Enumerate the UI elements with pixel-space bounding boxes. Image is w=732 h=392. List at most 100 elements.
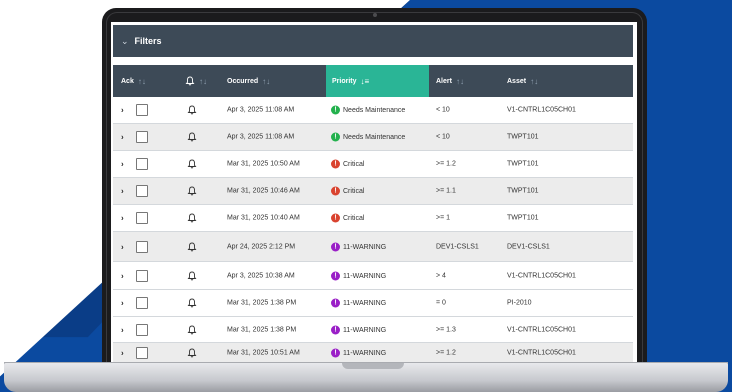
table-row[interactable]: › Mar 31, 2025 10:51 AM! 11-WARNING >= 1.2 V…: [113, 343, 633, 362]
bell-icon[interactable]: [187, 271, 197, 281]
bell-icon[interactable]: [187, 105, 197, 115]
priority-alert-icon: !: [331, 298, 340, 308]
expand-row-icon[interactable]: ›: [121, 187, 124, 196]
occurred-cell: Mar 31, 2025 10:50 AM: [227, 160, 300, 168]
ack-checkbox[interactable]: [136, 240, 148, 253]
sort-icon: ↑↓: [530, 76, 539, 86]
alert-cell: > 4: [436, 272, 446, 279]
expand-row-icon[interactable]: ›: [121, 325, 124, 334]
bell-icon[interactable]: [187, 213, 197, 223]
asset-cell: DEV1-CSLS1: [507, 243, 550, 250]
laptop-base: [4, 363, 728, 392]
priority-alert-icon: !: [331, 325, 340, 334]
column-header-occurred[interactable]: Occurred ↑↓: [227, 65, 327, 97]
column-header-alert[interactable]: Alert ↑↓: [436, 65, 506, 97]
alert-cell: < 10: [436, 133, 450, 141]
priority-alert-icon: !: [331, 186, 340, 196]
priority-label: Needs Maintenance: [343, 106, 406, 114]
priority-cell: ! 11-WARNING: [331, 298, 387, 308]
alert-cell: < 10: [436, 106, 450, 114]
occurred-cell: Mar 31, 2025 10:51 AM: [227, 349, 300, 356]
asset-cell: TWPT101: [507, 187, 539, 195]
ack-header-label: Ack: [121, 77, 134, 85]
alert-cell: DEV1-CSLS1: [436, 243, 479, 250]
table-header: Ack ↑↓ ↑↓ Occurred ↑↓ Priority ↓≡ Alert …: [113, 65, 633, 97]
priority-label: 11-WARNING: [343, 349, 387, 357]
expand-row-icon[interactable]: ›: [121, 299, 124, 308]
asset-cell: TWPT101: [507, 214, 539, 222]
sort-icon: ↑↓: [199, 76, 207, 86]
ack-checkbox[interactable]: [136, 323, 148, 336]
priority-alert-icon: !: [331, 271, 340, 280]
trackpad-notch: [342, 363, 404, 369]
table-row[interactable]: › Mar 31, 2025 10:46 AM! Critical >= 1.1 TWP…: [113, 178, 633, 205]
column-header-priority[interactable]: Priority ↓≡: [326, 65, 429, 97]
table-row[interactable]: › Mar 31, 2025 10:40 AM! Critical >= 1 TWPT1…: [113, 205, 633, 232]
priority-header-label: Priority: [332, 77, 357, 85]
occurred-cell: Apr 3, 2025 11:08 AM: [227, 106, 295, 114]
alert-cell: >= 1: [436, 214, 451, 222]
priority-label: Critical: [343, 214, 365, 222]
laptop-screen: ⌄ Filters Ack ↑↓ ↑↓ Occurred ↑↓ Priority…: [111, 22, 637, 362]
priority-cell: ! Needs Maintenance: [331, 132, 405, 142]
ack-checkbox[interactable]: [136, 346, 148, 359]
priority-cell: ! Needs Maintenance: [331, 105, 406, 115]
chevron-down-icon: ⌄: [121, 35, 129, 46]
priority-alert-icon: !: [331, 242, 340, 251]
priority-label: Critical: [343, 187, 365, 195]
bell-icon[interactable]: [187, 325, 197, 335]
bell-icon[interactable]: [187, 298, 197, 308]
alert-cell: >= 1.2: [436, 349, 456, 356]
asset-cell: TWPT101: [507, 133, 539, 141]
sort-icon: ↑↓: [262, 76, 271, 86]
bell-icon[interactable]: [187, 186, 197, 196]
priority-cell: ! Critical: [331, 186, 365, 196]
occurred-cell: Apr 24, 2025 2:12 PM: [227, 243, 296, 250]
ack-checkbox[interactable]: [136, 212, 148, 224]
expand-row-icon[interactable]: ›: [121, 133, 124, 142]
priority-label: 11-WARNING: [343, 272, 387, 280]
table-row[interactable]: › Mar 31, 2025 1:38 PM! 11-WARNING >= 1.3 V1…: [113, 317, 633, 343]
ack-checkbox[interactable]: [136, 185, 148, 197]
table-row[interactable]: › Apr 24, 2025 2:12 PM! 11-WARNING DEV1-CSL…: [113, 232, 633, 262]
occurred-cell: Mar 31, 2025 10:40 AM: [227, 214, 300, 222]
bell-icon: [185, 76, 195, 86]
table-row[interactable]: › Mar 31, 2025 10:50 AM! Critical >= 1.2 TWP…: [113, 151, 633, 178]
ack-checkbox[interactable]: [136, 131, 148, 143]
occurred-cell: Apr 3, 2025 11:08 AM: [227, 133, 295, 141]
ack-checkbox[interactable]: [136, 104, 148, 116]
ack-checkbox[interactable]: [136, 269, 148, 282]
table-row[interactable]: › Apr 3, 2025 11:08 AM ! Needs Maintenance <…: [113, 124, 633, 151]
table-row[interactable]: › Mar 31, 2025 1:38 PM! 11-WARNING = 0 PI-20…: [113, 290, 633, 317]
bell-icon[interactable]: [187, 159, 197, 169]
expand-row-icon[interactable]: ›: [121, 160, 124, 169]
ack-checkbox[interactable]: [136, 158, 148, 170]
column-header-asset[interactable]: Asset ↑↓: [507, 65, 617, 97]
bell-icon[interactable]: [187, 348, 197, 358]
expand-row-icon[interactable]: ›: [121, 271, 124, 280]
column-header-bell[interactable]: ↑↓: [185, 65, 215, 97]
priority-label: 11-WARNING: [343, 243, 387, 251]
ack-checkbox[interactable]: [136, 297, 148, 309]
priority-cell: ! 11-WARNING: [331, 271, 386, 280]
expand-row-icon[interactable]: ›: [121, 348, 124, 357]
priority-cell: ! 11-WARNING: [331, 348, 386, 357]
bell-icon[interactable]: [187, 132, 197, 142]
expand-row-icon[interactable]: ›: [121, 242, 124, 251]
expand-row-icon[interactable]: ›: [121, 214, 124, 223]
table-row[interactable]: › Apr 3, 2025 11:08 AM ! Needs Maintenance <…: [113, 97, 633, 124]
priority-label: 11-WARNING: [343, 299, 387, 307]
occurred-cell: Mar 31, 2025 1:38 PM: [227, 299, 297, 307]
expand-row-icon[interactable]: ›: [121, 106, 124, 115]
priority-cell: ! 11-WARNING: [331, 242, 386, 251]
table-row[interactable]: › Apr 3, 2025 10:38 AM! 11-WARNING > 4 V1-CN…: [113, 262, 633, 290]
filters-bar[interactable]: ⌄ Filters: [113, 25, 633, 57]
column-header-ack[interactable]: Ack ↑↓: [121, 65, 171, 97]
asset-cell: V1-CNTRL1C05CH01: [507, 106, 576, 114]
alert-cell: >= 1.3: [436, 326, 456, 333]
occurred-header-label: Occurred: [227, 77, 259, 85]
bell-icon[interactable]: [187, 242, 197, 252]
asset-cell: V1-CNTRL1C05CH01: [507, 272, 576, 279]
asset-cell: PI-2010: [507, 299, 532, 307]
occurred-cell: Apr 3, 2025 10:38 AM: [227, 272, 295, 279]
